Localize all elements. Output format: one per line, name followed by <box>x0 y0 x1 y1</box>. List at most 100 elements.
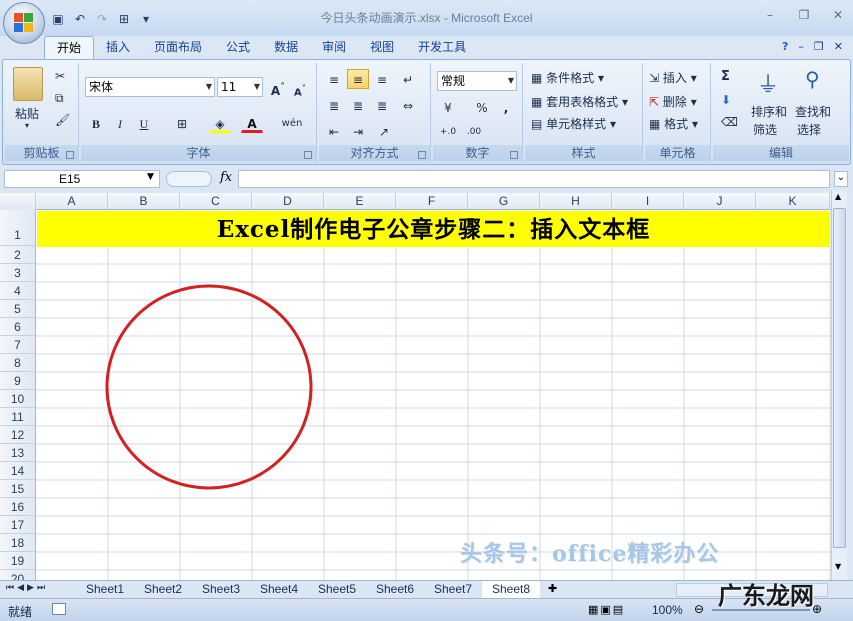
row-header[interactable]: 4 <box>0 282 36 300</box>
title-banner[interactable]: Excel制作电子公章步骤二：插入文本框 <box>37 211 830 247</box>
red-circle-shape[interactable] <box>100 281 320 493</box>
phonetic-button[interactable]: wén <box>277 113 307 133</box>
row-header[interactable]: 18 <box>0 534 36 552</box>
customize-icon[interactable]: ▾ <box>138 11 154 27</box>
column-header[interactable]: F <box>396 193 468 210</box>
row-header[interactable]: 7 <box>0 336 36 354</box>
number-launcher-icon[interactable] <box>510 151 518 159</box>
align-middle-icon[interactable]: ≡ <box>347 69 369 89</box>
insert-cells-button[interactable]: ⇲ 插入 ▾ <box>649 69 697 86</box>
number-format-select[interactable]: 常规 ▼ <box>437 71 517 91</box>
row-header[interactable]: 1 <box>0 210 36 246</box>
formula-input[interactable] <box>238 170 830 188</box>
underline-button[interactable]: U <box>133 113 155 133</box>
sheet-tab[interactable]: Sheet8 <box>482 581 540 598</box>
close-icon[interactable]: ✕ <box>831 8 845 22</box>
row-header[interactable]: 15 <box>0 480 36 498</box>
row-header[interactable]: 16 <box>0 498 36 516</box>
column-header[interactable]: D <box>252 193 324 210</box>
tab-home[interactable]: 开始 <box>44 36 95 60</box>
help-icon[interactable]: ? <box>782 40 788 53</box>
copy-icon[interactable]: ⧉ <box>55 91 64 106</box>
minimize-icon[interactable]: – <box>763 8 777 22</box>
font-size-select[interactable]: 11 ▼ <box>217 77 263 97</box>
comma-button[interactable]: , <box>495 97 517 117</box>
currency-icon[interactable]: ¥ <box>437 97 459 117</box>
tab-review[interactable]: 审阅 <box>310 36 358 60</box>
name-box-dropdown-icon[interactable]: ▼ <box>147 172 154 182</box>
font-color-icon[interactable]: A <box>241 113 263 133</box>
paste-button[interactable]: 粘贴 <box>15 105 39 122</box>
clipboard-launcher-icon[interactable] <box>66 151 74 159</box>
tab-formulas[interactable]: 公式 <box>214 36 262 60</box>
select-all-corner[interactable] <box>0 193 36 210</box>
paste-icon[interactable] <box>13 67 43 101</box>
format-cells-button[interactable]: ▦ 格式 ▾ <box>649 115 698 132</box>
insert-function-button[interactable]: fx <box>220 170 232 185</box>
font-name-select[interactable]: 宋体 ▼ <box>85 77 215 97</box>
decrease-decimal-icon[interactable]: .00 <box>463 121 485 141</box>
row-header[interactable]: 20 <box>0 570 36 580</box>
column-header[interactable]: J <box>684 193 756 210</box>
format-painter-icon[interactable]: 🖌 <box>55 113 70 127</box>
clear-icon[interactable]: ⌫ <box>721 115 738 129</box>
worksheet-grid[interactable]: ABCDEFGHIJK Excel制作电子公章步骤二：插入文本框 头条号：off… <box>0 193 831 580</box>
sort-filter-button-line1[interactable]: 排序和 <box>751 103 787 120</box>
align-left-icon[interactable]: ≣ <box>323 95 345 115</box>
column-header[interactable]: H <box>540 193 612 210</box>
row-header[interactable]: 11 <box>0 408 36 426</box>
column-header[interactable]: G <box>468 193 540 210</box>
sort-filter-icon[interactable]: ⏚ <box>757 67 779 99</box>
column-header[interactable]: E <box>324 193 396 210</box>
find-select-button-line1[interactable]: 查找和 <box>795 103 831 120</box>
tab-page-layout[interactable]: 页面布局 <box>142 36 214 60</box>
column-header[interactable]: I <box>612 193 684 210</box>
row-header[interactable]: 6 <box>0 318 36 336</box>
row-header[interactable]: 19 <box>0 552 36 570</box>
find-select-button-line2[interactable]: 选择 <box>797 121 821 138</box>
formula-divider[interactable] <box>166 171 212 187</box>
autosum-button[interactable]: Σ <box>721 69 730 84</box>
zoom-out-icon[interactable]: ⊖ <box>694 602 704 616</box>
merge-center-icon[interactable]: ⇔ <box>397 95 419 115</box>
sheet-tab[interactable]: Sheet2 <box>134 581 192 598</box>
italic-button[interactable]: I <box>109 113 131 133</box>
alignment-launcher-icon[interactable] <box>418 151 426 159</box>
zoom-level[interactable]: 100% <box>652 603 683 617</box>
column-header[interactable]: B <box>108 193 180 210</box>
increase-decimal-icon[interactable]: +.0 <box>437 121 459 141</box>
office-button[interactable] <box>3 2 45 44</box>
grow-font-icon[interactable]: A˄ <box>267 77 289 98</box>
find-select-icon[interactable]: ⚲ <box>805 67 820 91</box>
tab-developer[interactable]: 开发工具 <box>406 36 478 60</box>
sheet-tab[interactable]: Sheet7 <box>424 581 482 598</box>
undo-icon[interactable]: ↶ <box>72 11 88 27</box>
vertical-scroll-thumb[interactable] <box>833 208 846 548</box>
paste-dropdown-icon[interactable]: ▾ <box>25 121 29 130</box>
align-top-icon[interactable]: ≡ <box>323 69 345 89</box>
cut-icon[interactable]: ✂ <box>55 69 65 83</box>
name-box[interactable]: E15 <box>4 170 160 188</box>
view-buttons-icon[interactable]: ▦▣▤ <box>588 603 625 616</box>
row-header[interactable]: 2 <box>0 246 36 264</box>
row-header[interactable]: 8 <box>0 354 36 372</box>
macro-record-icon[interactable] <box>52 603 66 615</box>
restore-icon[interactable]: ❐ <box>797 8 811 22</box>
ribbon-minimize-icon[interactable]: – <box>798 40 804 53</box>
cell-styles-button[interactable]: ▤ 单元格样式 ▾ <box>531 115 616 132</box>
scroll-up-icon[interactable]: ▲ <box>835 192 841 201</box>
tab-data[interactable]: 数据 <box>262 36 310 60</box>
decrease-indent-icon[interactable]: ⇤ <box>323 121 345 141</box>
wrap-text-icon[interactable]: ↵ <box>397 69 419 89</box>
sort-filter-button-line2[interactable]: 筛选 <box>753 121 777 138</box>
row-header[interactable]: 9 <box>0 372 36 390</box>
vertical-scrollbar[interactable]: ▲ ▼ <box>831 190 847 580</box>
row-header[interactable]: 5 <box>0 300 36 318</box>
redo-icon[interactable]: ↷ <box>94 11 110 27</box>
increase-indent-icon[interactable]: ⇥ <box>347 121 369 141</box>
font-launcher-icon[interactable] <box>304 151 312 159</box>
sheet-tab[interactable]: Sheet3 <box>192 581 250 598</box>
scroll-down-icon[interactable]: ▼ <box>835 562 841 571</box>
border-icon[interactable]: ⊞ <box>171 113 193 133</box>
sheet-tab[interactable]: Sheet1 <box>76 581 134 598</box>
